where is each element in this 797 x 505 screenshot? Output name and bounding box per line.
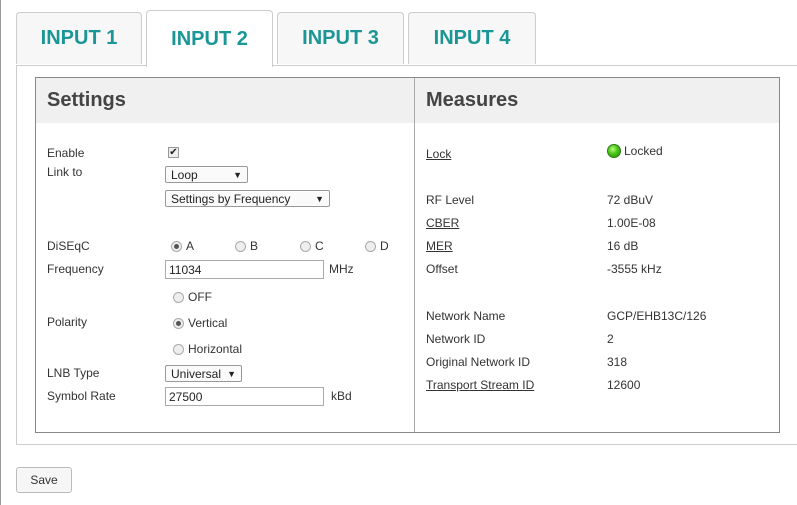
mer-link[interactable]: MER xyxy=(426,239,453,253)
frequency-input[interactable]: 11034 xyxy=(165,260,324,279)
cber-value: 1.00E-08 xyxy=(607,216,656,230)
dropdown-arrow-icon: ▼ xyxy=(315,193,324,204)
offset-value: -3555 kHz xyxy=(607,262,662,276)
link-mode-select[interactable]: Settings by Frequency ▼ xyxy=(165,190,330,207)
lock-status: Locked xyxy=(607,144,663,158)
polarity-radio-off[interactable]: OFF xyxy=(173,290,212,304)
frequency-unit: MHz xyxy=(329,262,354,276)
radio-icon xyxy=(365,240,376,252)
radio-icon xyxy=(300,240,311,252)
measures-column: Measures Lock Locked RF Level 72 dBuV CB… xyxy=(415,78,779,432)
network-name-label: Network Name xyxy=(426,309,506,323)
symbol-rate-input[interactable]: 27500 xyxy=(165,387,324,406)
link-mode-value: Settings by Frequency xyxy=(171,191,291,206)
diseqc-label: DiSEqC xyxy=(47,239,90,253)
lnb-type-label: LNB Type xyxy=(47,366,100,380)
enable-checkbox[interactable]: ✔ xyxy=(168,147,179,158)
radio-icon xyxy=(173,343,184,355)
lnb-type-value: Universal xyxy=(171,366,222,381)
network-name-value: GCP/EHB13C/126 xyxy=(607,309,707,323)
tab-label: INPUT 2 xyxy=(171,27,248,50)
settings-column: Settings Enable ✔ Link to Loop ▼ Settings… xyxy=(36,78,415,432)
tab-label: INPUT 1 xyxy=(40,27,118,49)
radio-label: OFF xyxy=(188,290,212,304)
tab-input-3[interactable]: INPUT 3 xyxy=(277,12,404,64)
settings-header: Settings xyxy=(36,78,414,123)
cber-link[interactable]: CBER xyxy=(426,216,459,230)
save-button[interactable]: Save xyxy=(16,467,72,493)
lock-status-value: Locked xyxy=(624,144,663,158)
polarity-radio-horizontal[interactable]: Horizontal xyxy=(173,342,242,356)
radio-label: B xyxy=(250,239,259,253)
symbol-rate-unit: kBd xyxy=(331,389,352,403)
link-to-select[interactable]: Loop ▼ xyxy=(165,166,248,183)
tab-label: INPUT 4 xyxy=(433,27,511,49)
lnb-type-select[interactable]: Universal ▼ xyxy=(165,365,242,382)
radio-icon xyxy=(235,240,246,252)
mer-value: 16 dB xyxy=(607,239,639,253)
tab-input-1[interactable]: INPUT 1 xyxy=(16,12,142,64)
frequency-label: Frequency xyxy=(47,262,104,276)
tab-input-2[interactable]: INPUT 2 xyxy=(146,10,273,67)
radio-label: A xyxy=(186,239,195,253)
diseqc-radio-b[interactable]: B xyxy=(235,239,258,253)
tab-label: INPUT 3 xyxy=(302,27,379,49)
lock-link[interactable]: Lock xyxy=(426,147,451,161)
input-settings-box: Settings Enable ✔ Link to Loop ▼ Settings… xyxy=(35,77,780,433)
original-network-id-value: 318 xyxy=(607,355,628,369)
network-id-value: 2 xyxy=(607,332,614,346)
radio-selected-icon xyxy=(171,240,182,252)
rf-level-label: RF Level xyxy=(426,193,475,207)
dropdown-arrow-icon: ▼ xyxy=(227,368,236,379)
measures-header: Measures xyxy=(415,78,779,123)
radio-selected-icon xyxy=(173,317,184,329)
tab-input-4[interactable]: INPUT 4 xyxy=(408,12,536,64)
transport-stream-id-link[interactable]: Transport Stream ID xyxy=(426,378,534,392)
enable-label: Enable xyxy=(47,146,85,160)
diseqc-radio-a[interactable]: A xyxy=(171,239,194,253)
link-to-label: Link to xyxy=(47,165,83,179)
transport-stream-id-value: 12600 xyxy=(607,378,641,392)
symbol-rate-label: Symbol Rate xyxy=(47,389,116,403)
original-network-id-label: Original Network ID xyxy=(426,355,531,369)
polarity-label: Polarity xyxy=(47,315,88,329)
diseqc-radio-d[interactable]: D xyxy=(365,239,389,253)
rf-level-value: 72 dBuV xyxy=(607,193,654,207)
radio-label: Vertical xyxy=(188,316,228,330)
radio-label: Horizontal xyxy=(188,342,243,356)
dropdown-arrow-icon: ▼ xyxy=(233,169,242,180)
lock-led-icon xyxy=(607,144,621,158)
polarity-radio-vertical[interactable]: Vertical xyxy=(173,316,227,330)
radio-icon xyxy=(173,291,184,303)
radio-label: C xyxy=(315,239,324,253)
link-to-value: Loop xyxy=(171,167,198,182)
offset-label: Offset xyxy=(426,262,458,276)
diseqc-radio-c[interactable]: C xyxy=(300,239,324,253)
radio-label: D xyxy=(380,239,389,253)
network-id-label: Network ID xyxy=(426,332,486,346)
